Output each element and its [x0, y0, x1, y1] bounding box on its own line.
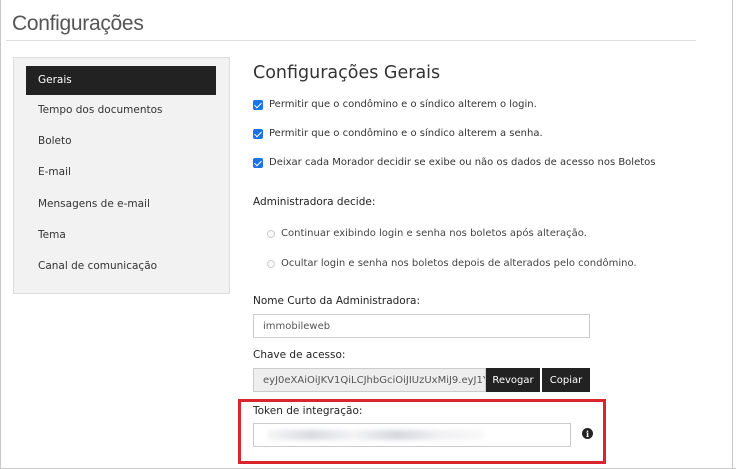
sidebar-item-email[interactable]: E-mail — [26, 158, 216, 187]
settings-sidebar: Gerais Tempo dos documentos Boleto E-mai… — [13, 57, 230, 294]
radio-keep-showing-login[interactable]: Continuar exibindo login e senha nos bol… — [267, 228, 587, 239]
radio-label: Ocultar login e senha nos boletos depois… — [281, 258, 637, 269]
checkbox-checked-icon[interactable] — [253, 128, 263, 139]
sidebar-item-canal-comunicacao[interactable]: Canal de comunicação — [26, 252, 216, 281]
page-right-border — [732, 0, 733, 469]
sidebar-item-mensagens-email[interactable]: Mensagens de e-mail — [26, 190, 216, 219]
checkbox-resident-decides[interactable]: Deixar cada Morador decidir se exibe ou … — [253, 157, 655, 168]
radio-label: Continuar exibindo login e senha nos bol… — [281, 228, 587, 239]
checkbox-checked-icon[interactable] — [253, 157, 263, 168]
access-key-input[interactable]: eyJ0eXAiOiJKV1QiLCJhbGciOiJIUzUxMiJ9.eyJ… — [253, 368, 486, 392]
short-name-input[interactable]: immobileweb — [253, 314, 590, 338]
access-key-label: Chave de acesso: — [253, 349, 346, 361]
checkbox-allow-password-change[interactable]: Permitir que o condômino e o síndico alt… — [253, 128, 543, 139]
sidebar-item-tempo-documentos[interactable]: Tempo dos documentos — [26, 96, 216, 125]
section-title: Configurações Gerais — [253, 63, 441, 83]
checkbox-label: Deixar cada Morador decidir se exibe ou … — [269, 157, 656, 168]
sidebar-item-tema[interactable]: Tema — [26, 221, 216, 250]
integration-token-label: Token de integração: — [253, 405, 363, 417]
copy-button[interactable]: Copiar — [542, 368, 590, 392]
sidebar-item-boleto[interactable]: Boleto — [26, 127, 216, 156]
info-circle-icon[interactable]: i — [582, 428, 593, 439]
revoke-button[interactable]: Revogar — [486, 368, 540, 392]
admin-decides-heading: Administradora decide: — [253, 196, 376, 208]
checkbox-label: Permitir que o condômino e o síndico alt… — [269, 128, 543, 139]
radio-hide-login[interactable]: Ocultar login e senha nos boletos depois… — [267, 258, 637, 269]
radio-button-icon[interactable] — [267, 259, 275, 268]
checkbox-checked-icon[interactable] — [253, 99, 263, 110]
title-divider — [6, 40, 696, 41]
page-title: Configurações — [12, 12, 144, 35]
checkbox-allow-login-change[interactable]: Permitir que o condômino e o síndico alt… — [253, 99, 537, 110]
sidebar-item-gerais[interactable]: Gerais — [26, 66, 216, 95]
checkbox-label: Permitir que o condômino e o síndico alt… — [269, 99, 537, 110]
short-name-label: Nome Curto da Administradora: — [253, 295, 421, 307]
redacted-token-value — [268, 430, 483, 440]
radio-button-icon[interactable] — [267, 229, 275, 238]
